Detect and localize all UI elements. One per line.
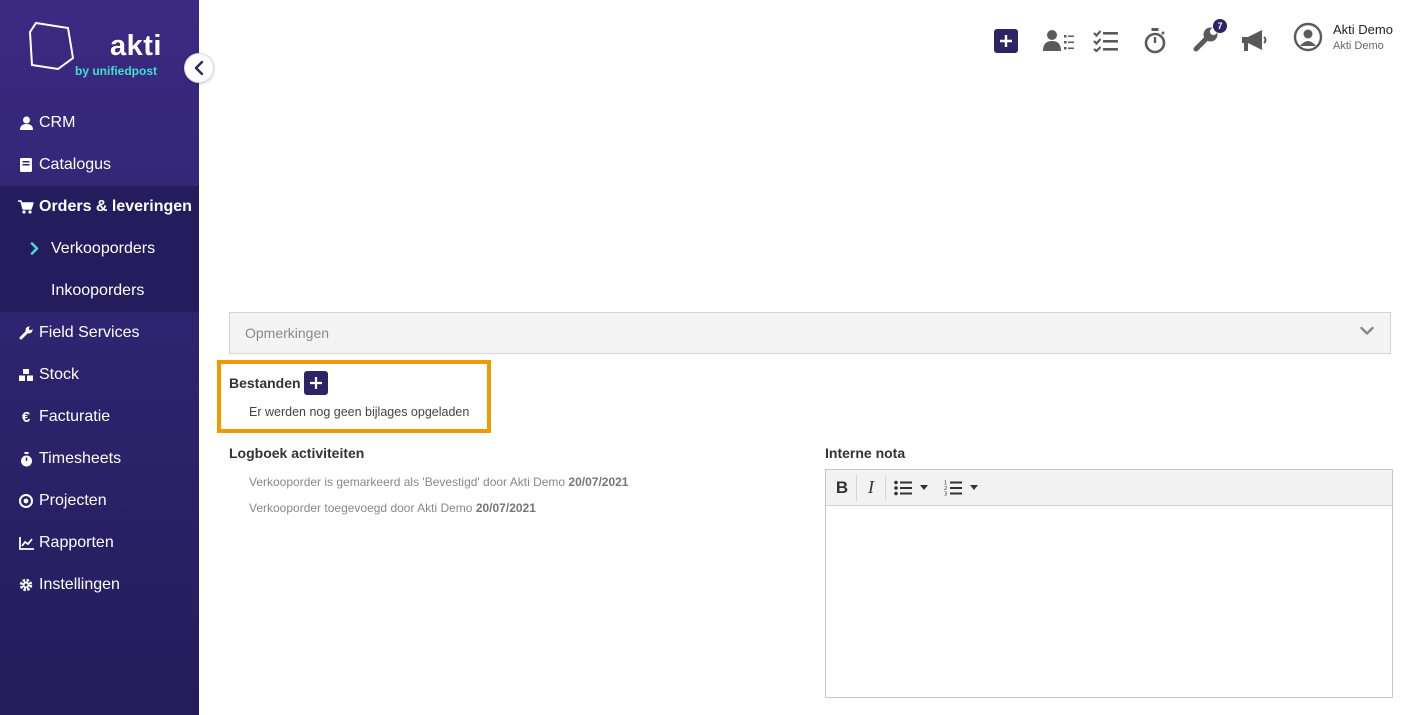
sidebar-item-crm[interactable]: CRM bbox=[0, 102, 199, 144]
numbered-list-dropdown[interactable]: 1 2 3 bbox=[940, 475, 982, 501]
log-entry-date: 20/07/2021 bbox=[568, 475, 629, 489]
plus-icon bbox=[310, 377, 322, 389]
opmerkingen-collapsible[interactable]: Opmerkingen bbox=[229, 312, 1391, 354]
italic-button[interactable]: I bbox=[861, 475, 881, 501]
caret-down-icon bbox=[970, 485, 978, 490]
sidebar-item-stock[interactable]: Stock bbox=[0, 354, 199, 396]
sidebar-subitem-inkooporders[interactable]: Inkooporders bbox=[0, 270, 199, 312]
user-icon bbox=[18, 115, 34, 131]
log-entry: Verkooporder toegevoegd door Akti Demo 2… bbox=[249, 501, 536, 515]
chevron-down-icon bbox=[1360, 326, 1374, 335]
bullet-list-dropdown[interactable] bbox=[890, 475, 932, 501]
chevron-right-icon bbox=[30, 242, 39, 255]
sidebar-item-label: Catalogus bbox=[39, 156, 112, 173]
sidebar-item-label: Instellingen bbox=[39, 576, 120, 593]
bestanden-title: Bestanden bbox=[229, 375, 301, 391]
sidebar-collapse-button[interactable] bbox=[184, 53, 214, 83]
announcements-button[interactable] bbox=[1240, 26, 1268, 56]
logo-shape-icon bbox=[28, 21, 75, 71]
log-entry-text: Verkooporder toegevoegd door Akti Demo bbox=[249, 501, 473, 515]
sidebar-item-label: Stock bbox=[39, 366, 80, 383]
bestanden-highlight bbox=[217, 360, 491, 433]
sidebar-group-orders: Orders & leveringen Verkooporders Inkoop… bbox=[0, 186, 199, 312]
sidebar-item-label: Orders & leveringen bbox=[39, 198, 192, 215]
interne-nota-title: Interne nota bbox=[825, 445, 906, 461]
log-entry-date: 20/07/2021 bbox=[475, 501, 536, 515]
sidebar-subitem-verkooporders[interactable]: Verkooporders bbox=[0, 228, 199, 270]
timer-button[interactable] bbox=[1144, 26, 1166, 56]
brand-logo[interactable]: akti by unifiedpost bbox=[0, 0, 199, 101]
sidebar-item-timesheets[interactable]: Timesheets bbox=[0, 438, 199, 480]
interne-nota-textarea[interactable] bbox=[826, 506, 1392, 697]
sidebar-item-orders-leveringen[interactable]: Orders & leveringen bbox=[0, 186, 199, 228]
app-root: akti by unifiedpost CRM Catalogus Orders… bbox=[0, 0, 1404, 715]
bestanden-empty-text: Er werden nog geen bijlages opgeladen bbox=[249, 405, 470, 419]
sidebar-item-label: Projecten bbox=[39, 492, 107, 509]
brand-name: akti bbox=[110, 30, 162, 62]
user-name: Akti Demo bbox=[1333, 22, 1393, 37]
add-file-button[interactable] bbox=[304, 371, 328, 395]
logboek-title: Logboek activiteiten bbox=[229, 445, 365, 461]
sidebar-item-instellingen[interactable]: Instellingen bbox=[0, 564, 199, 606]
caret-down-icon bbox=[920, 485, 928, 490]
sidebar-item-label: Field Services bbox=[39, 324, 140, 341]
toolbar-divider bbox=[856, 474, 857, 501]
opmerkingen-label: Opmerkingen bbox=[245, 325, 330, 341]
euro-icon: € bbox=[21, 408, 31, 426]
sidebar-item-label: CRM bbox=[39, 114, 76, 131]
user-company: Akti Demo bbox=[1333, 40, 1384, 52]
chart-icon bbox=[18, 535, 34, 551]
bold-button[interactable]: B bbox=[832, 475, 852, 501]
field-services-notifications-button[interactable]: 7 bbox=[1193, 18, 1227, 56]
stopwatch-icon bbox=[18, 451, 34, 467]
sidebar-item-facturatie[interactable]: € Facturatie bbox=[0, 396, 199, 438]
interne-nota-editor: B I 1 2 3 bbox=[825, 469, 1393, 698]
cubes-icon bbox=[18, 367, 34, 383]
cart-icon bbox=[18, 199, 34, 215]
notification-badge: 7 bbox=[1213, 18, 1227, 33]
toolbar-divider bbox=[885, 474, 886, 501]
svg-text:3: 3 bbox=[944, 491, 947, 496]
numbered-list-icon: 1 2 3 bbox=[944, 480, 962, 496]
user-menu[interactable]: Akti Demo Akti Demo bbox=[1293, 22, 1393, 52]
sidebar-subitem-label: Verkooporders bbox=[51, 240, 156, 257]
log-entry-text: Verkooporder is gemarkeerd als 'Bevestig… bbox=[249, 475, 566, 489]
target-icon bbox=[18, 493, 34, 509]
sidebar-item-field-services[interactable]: Field Services bbox=[0, 312, 199, 354]
chevron-left-icon bbox=[194, 61, 204, 75]
contacts-list-button[interactable] bbox=[1043, 26, 1075, 56]
add-new-button[interactable] bbox=[994, 26, 1018, 56]
stopwatch-icon bbox=[1144, 28, 1166, 54]
user-list-icon bbox=[1043, 30, 1074, 51]
tasks-button[interactable] bbox=[1093, 26, 1119, 56]
book-icon bbox=[18, 157, 34, 173]
checklist-icon bbox=[1093, 30, 1118, 52]
bullet-list-icon bbox=[894, 480, 912, 495]
avatar-icon bbox=[1293, 22, 1323, 52]
sidebar-item-rapporten[interactable]: Rapporten bbox=[0, 522, 199, 564]
log-entry: Verkooporder is gemarkeerd als 'Bevestig… bbox=[249, 475, 628, 489]
editor-toolbar: B I 1 2 3 bbox=[826, 470, 1392, 506]
sidebar-item-projecten[interactable]: Projecten bbox=[0, 480, 199, 522]
sidebar-subitem-label: Inkooporders bbox=[51, 282, 145, 299]
wrench-icon bbox=[18, 325, 34, 341]
sidebar-item-catalogus[interactable]: Catalogus bbox=[0, 144, 199, 186]
sidebar-nav: CRM Catalogus Orders & leveringen Verkoo… bbox=[0, 102, 199, 606]
plus-square-icon bbox=[994, 29, 1018, 53]
sidebar-item-label: Facturatie bbox=[39, 408, 111, 425]
gear-icon bbox=[18, 577, 34, 593]
sidebar-item-label: Timesheets bbox=[39, 450, 122, 467]
brand-tagline: by unifiedpost bbox=[75, 64, 157, 78]
megaphone-icon bbox=[1242, 30, 1267, 51]
sidebar-item-label: Rapporten bbox=[39, 534, 114, 551]
sidebar: akti by unifiedpost CRM Catalogus Orders… bbox=[0, 0, 214, 715]
